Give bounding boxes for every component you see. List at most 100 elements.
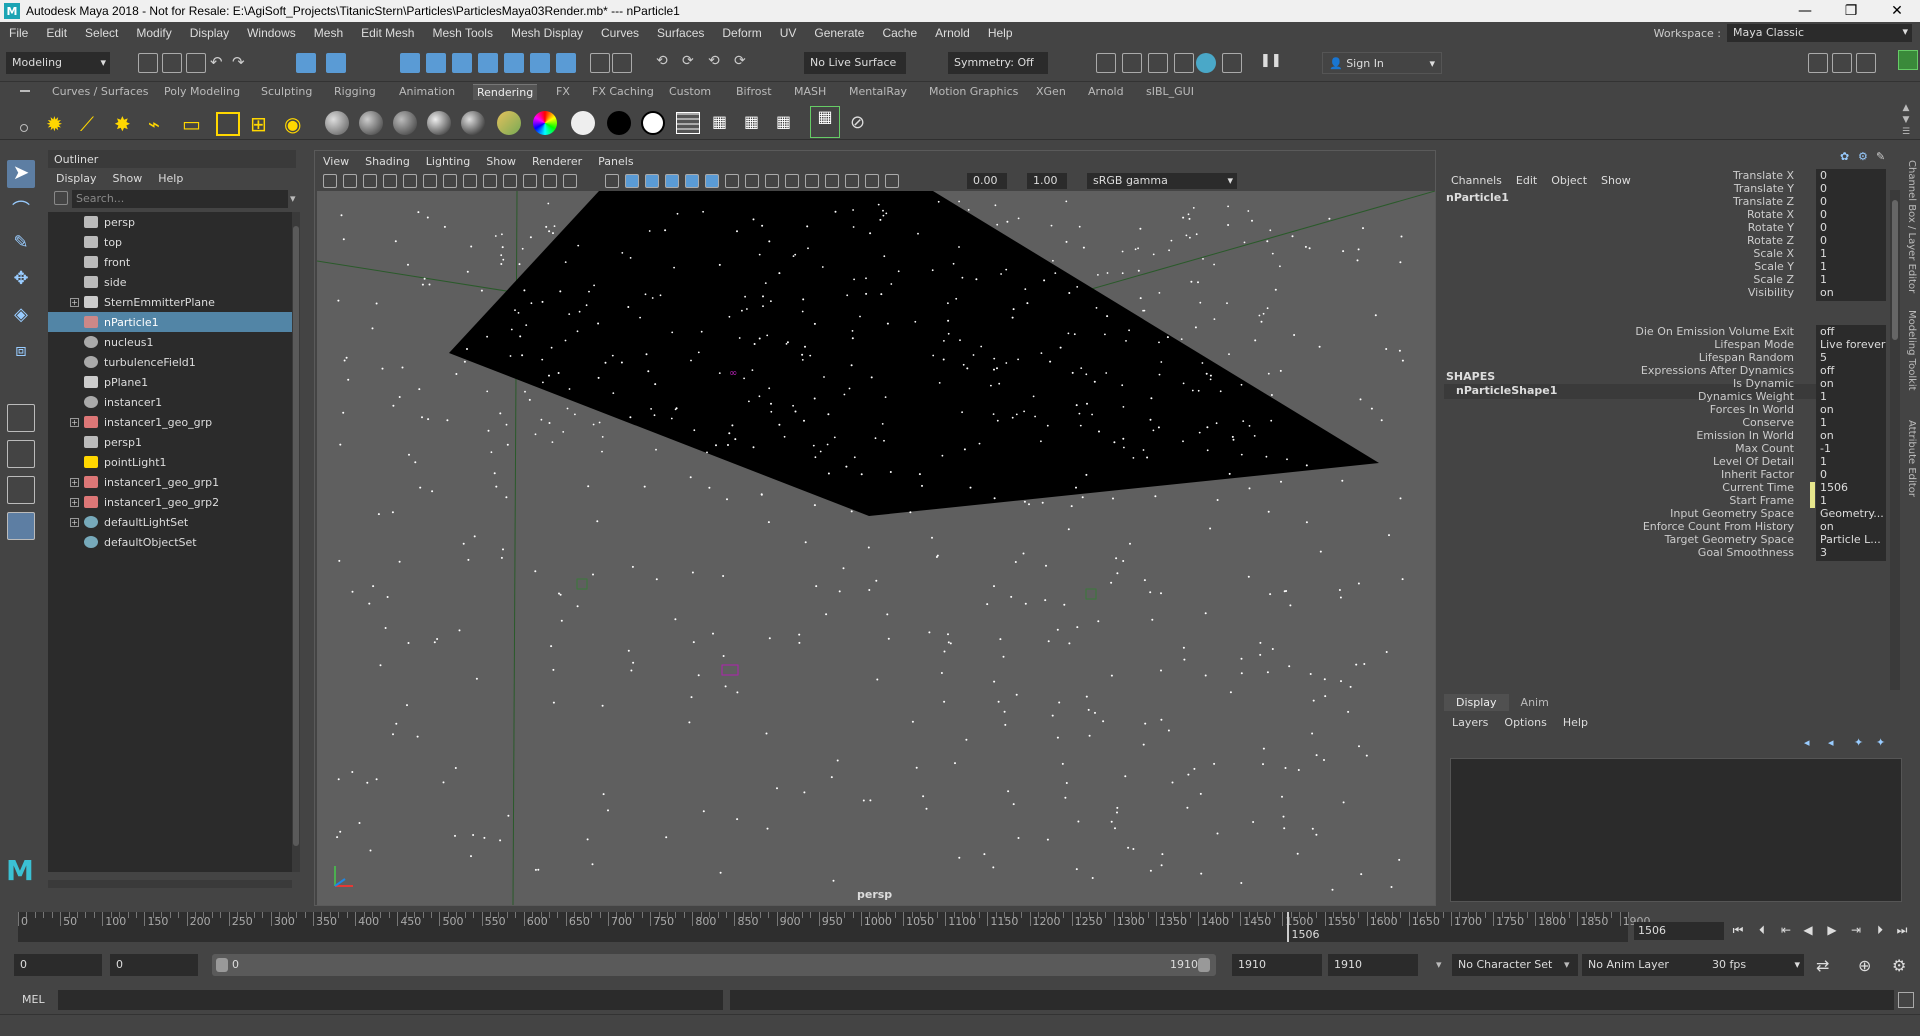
resolution-gate-icon[interactable] xyxy=(483,174,497,188)
expand-icon[interactable]: + xyxy=(70,297,79,307)
expand-icon[interactable]: + xyxy=(70,417,79,427)
camera-attributes-icon[interactable] xyxy=(343,174,357,188)
shelf-tab-fx[interactable]: FX xyxy=(552,84,574,99)
lambert-material-icon[interactable] xyxy=(325,111,349,135)
outliner-search-input[interactable]: Search... xyxy=(72,190,288,208)
four-view-layout-icon[interactable] xyxy=(7,440,35,468)
snap-view-icon[interactable] xyxy=(504,53,524,73)
sign-in-button[interactable]: 👤 Sign In ▾ xyxy=(1322,52,1442,74)
outliner-item-pplane1[interactable]: pPlane1 xyxy=(48,372,292,392)
safe-action-icon[interactable] xyxy=(543,174,557,188)
go-to-end-icon[interactable]: ⏭ xyxy=(1894,922,1910,938)
surface-shader-icon[interactable] xyxy=(571,111,595,135)
shelf-tab-animation[interactable]: Animation xyxy=(395,84,459,99)
outliner-item-persp1[interactable]: persp1 xyxy=(48,432,292,452)
live-surface-field[interactable]: No Live Surface xyxy=(804,52,906,74)
outliner-item-top[interactable]: top xyxy=(48,232,292,252)
isolate-select-icon[interactable] xyxy=(825,174,839,188)
symmetry-field[interactable]: Symmetry: Off xyxy=(948,52,1048,74)
outliner-scroll-thumb[interactable] xyxy=(293,226,299,846)
menu-mesh-display[interactable]: Mesh Display xyxy=(502,26,592,40)
close-button[interactable]: ✕ xyxy=(1874,3,1920,19)
playback-start-field[interactable]: 0 xyxy=(110,954,198,976)
outliner-item-turbulencefield1[interactable]: turbulenceField1 xyxy=(48,352,292,372)
output-ops-icon[interactable]: ⟳ xyxy=(682,53,702,73)
side-tab-modeling-toolkit[interactable]: Modeling Toolkit xyxy=(1906,310,1917,391)
fps-dropdown[interactable]: 30 fps ▾ xyxy=(1706,954,1804,976)
channel-box-scroll-thumb[interactable] xyxy=(1892,200,1898,340)
step-forward-frame-icon[interactable]: ⏵ xyxy=(1872,922,1888,938)
viewport-menu-panels[interactable]: Panels xyxy=(590,155,641,168)
viewport-menu-renderer[interactable]: Renderer xyxy=(524,155,590,168)
blinn-material-icon[interactable] xyxy=(359,111,383,135)
color-space-dropdown[interactable]: sRGB gamma ▾ xyxy=(1087,173,1237,189)
character-set-dropdown[interactable]: No Character Set xyxy=(1452,954,1578,976)
menuset-dropdown[interactable]: Modeling ▾ xyxy=(6,52,110,74)
layered-shader-icon[interactable] xyxy=(497,111,521,135)
textured-icon[interactable] xyxy=(865,174,879,188)
snap-grid-icon[interactable] xyxy=(400,53,420,73)
shelf-tab-mash[interactable]: MASH xyxy=(790,84,830,99)
shelf-tab-mentalray[interactable]: MentalRay xyxy=(845,84,911,99)
shelf-tab-bifrost[interactable]: Bifrost xyxy=(732,84,776,99)
shading-map-icon[interactable] xyxy=(641,111,665,135)
snap-pivot-icon[interactable] xyxy=(556,53,576,73)
snap-point-icon[interactable] xyxy=(452,53,472,73)
attr-value-field[interactable]: on xyxy=(1816,286,1886,301)
layer-menu-help[interactable]: Help xyxy=(1555,716,1596,729)
lights-icon[interactable] xyxy=(845,174,859,188)
motion-blur-icon[interactable] xyxy=(765,174,779,188)
exposure-icon[interactable] xyxy=(885,174,899,188)
play-backwards-icon[interactable]: ◀ xyxy=(1800,922,1816,938)
outliner-item-front[interactable]: front xyxy=(48,252,292,272)
time-ruler[interactable]: 0 50 100 150 200 250 300 350 400 450 500 550 600 650 7… xyxy=(18,912,1651,942)
render-current-frame-icon[interactable] xyxy=(676,112,700,134)
script-editor-icon[interactable] xyxy=(1898,992,1914,1008)
animation-start-field[interactable]: 0 xyxy=(14,954,102,976)
grid-icon[interactable] xyxy=(443,174,457,188)
outliner-menu-display[interactable]: Display xyxy=(48,172,105,185)
shelf-tab-curves-surfaces[interactable]: Curves / Surfaces xyxy=(48,84,153,99)
default-material-icon[interactable] xyxy=(645,174,659,188)
outliner-filter-icon[interactable] xyxy=(54,191,68,205)
xray-joints-icon[interactable] xyxy=(685,174,699,188)
outliner-vertical-scrollbar[interactable] xyxy=(292,212,300,872)
outliner-item-nucleus1[interactable]: nucleus1 xyxy=(48,332,292,352)
menu-file[interactable]: File xyxy=(0,26,37,40)
new-layer-icon[interactable]: ✦ xyxy=(1854,736,1863,749)
minimize-button[interactable]: — xyxy=(1782,3,1828,19)
range-start-handle[interactable] xyxy=(216,958,228,972)
outliner-item-defaultlightset[interactable]: + defaultLightSet xyxy=(48,512,292,532)
menu-arnold[interactable]: Arnold xyxy=(926,26,979,40)
render-setup-icon[interactable] xyxy=(1222,53,1242,73)
xray-icon[interactable] xyxy=(665,174,679,188)
animation-end-field[interactable]: 1910 xyxy=(1328,954,1418,976)
safe-title-icon[interactable] xyxy=(563,174,577,188)
expand-icon[interactable]: + xyxy=(70,477,79,487)
menu-windows[interactable]: Windows xyxy=(238,26,305,40)
step-forward-key-icon[interactable]: ⇥ xyxy=(1848,922,1864,938)
outliner-item-instancer1-geo-grp2[interactable]: + instancer1_geo_grp2 xyxy=(48,492,292,512)
render-icon[interactable]: ⟳ xyxy=(734,53,754,73)
menu-edit-mesh[interactable]: Edit Mesh xyxy=(352,26,423,40)
directional-light-icon[interactable]: ⟋ xyxy=(80,112,104,136)
cb-key-icon[interactable]: ✿ xyxy=(1840,150,1849,163)
shadows-icon[interactable] xyxy=(725,174,739,188)
viewport-menu-view[interactable]: View xyxy=(315,155,357,168)
outliner-item-side[interactable]: side xyxy=(48,272,292,292)
outliner-item-instancer1-geo-grp1[interactable]: + instancer1_geo_grp1 xyxy=(48,472,292,492)
select-object-icon[interactable] xyxy=(326,53,346,73)
cb-settings-icon[interactable]: ⚙ xyxy=(1858,150,1868,163)
phonge-material-icon[interactable] xyxy=(427,111,451,135)
viewport-menu-shading[interactable]: Shading xyxy=(357,155,418,168)
layer-move-up-icon[interactable]: ◂ xyxy=(1804,736,1810,749)
range-slider-bar[interactable]: 0 1910 xyxy=(212,954,1216,976)
outliner-item-instancer1[interactable]: instancer1 xyxy=(48,392,292,412)
outliner-persp-layout-icon[interactable] xyxy=(7,512,35,540)
menu-modify[interactable]: Modify xyxy=(127,26,180,40)
select-hierarchy-icon[interactable] xyxy=(296,53,316,73)
rotate-tool-icon[interactable]: ◈ xyxy=(7,304,35,332)
layer-menu-options[interactable]: Options xyxy=(1496,716,1554,729)
new-scene-icon[interactable] xyxy=(138,53,158,73)
attr-value-field[interactable]: 3 xyxy=(1816,546,1886,561)
